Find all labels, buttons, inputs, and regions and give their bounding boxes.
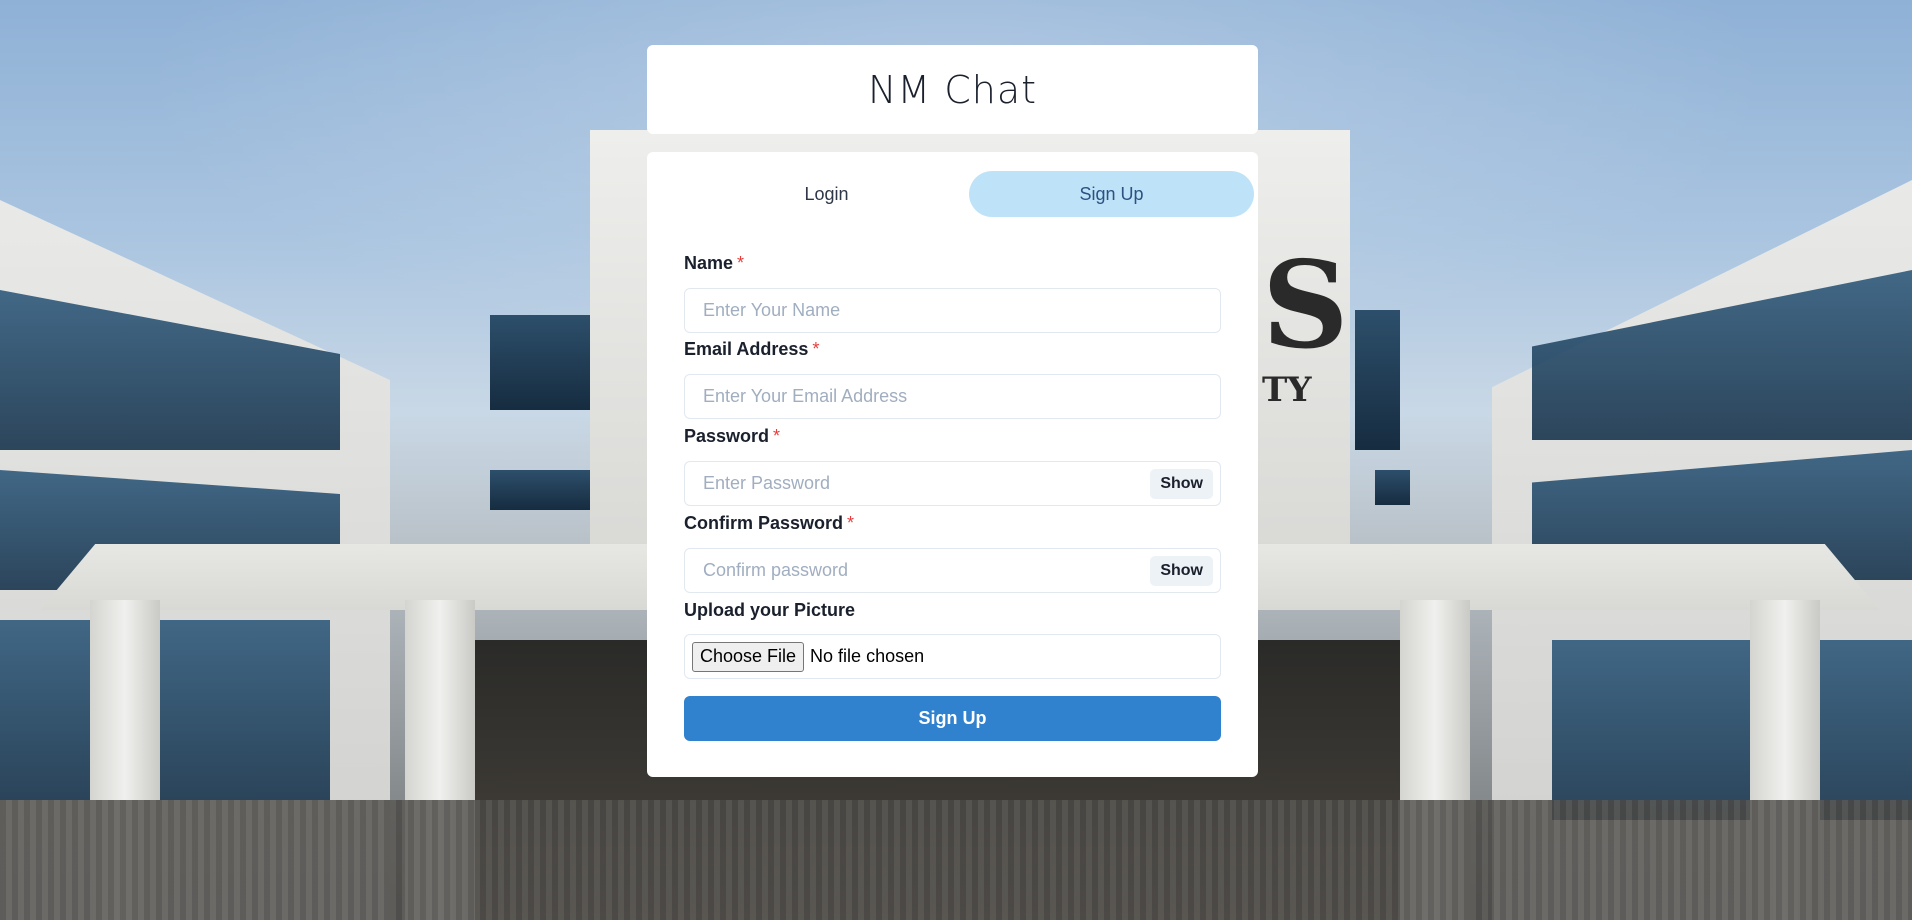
name-label: Name * [684, 253, 744, 274]
email-label: Email Address * [684, 339, 819, 360]
password-field: Show [684, 461, 1221, 506]
confirm-password-input[interactable] [685, 549, 1220, 592]
choose-file-button[interactable]: Choose File [692, 641, 805, 672]
picture-label: Upload your Picture [684, 600, 856, 620]
confirm-password-label-text: Confirm Password [684, 513, 844, 533]
name-input[interactable] [685, 289, 1220, 332]
name-label-text: Name [684, 253, 734, 273]
app-title: NM Chat [867, 67, 1038, 112]
app-title-card: NM Chat [647, 45, 1258, 134]
name-field [684, 288, 1221, 333]
password-label: Password * [684, 426, 780, 447]
tab-login[interactable]: Login [684, 171, 969, 217]
file-status-text: No file chosen [810, 646, 925, 666]
auth-card: Login Sign Up Name* Email Address* Passw… [647, 152, 1258, 777]
password-input[interactable] [685, 462, 1220, 505]
required-mark: * [812, 339, 820, 359]
required-mark: * [737, 253, 745, 273]
required-mark: * [847, 513, 855, 533]
password-label-text: Password [684, 426, 770, 446]
email-field [684, 374, 1221, 419]
show-confirm-password-button[interactable]: Show [1150, 556, 1213, 586]
confirm-password-label: Confirm Password * [684, 513, 854, 534]
confirm-password-field: Show [684, 548, 1221, 593]
email-label-text: Email Address [684, 339, 809, 359]
auth-tabs: Login Sign Up [684, 171, 1254, 217]
picture-upload-field: Choose File No file chosen [684, 634, 1221, 679]
show-password-button[interactable]: Show [1150, 469, 1213, 499]
required-mark: * [773, 426, 781, 446]
email-input[interactable] [685, 375, 1220, 418]
sign-up-button[interactable]: Sign Up [684, 696, 1221, 741]
tab-sign-up[interactable]: Sign Up [969, 171, 1254, 217]
